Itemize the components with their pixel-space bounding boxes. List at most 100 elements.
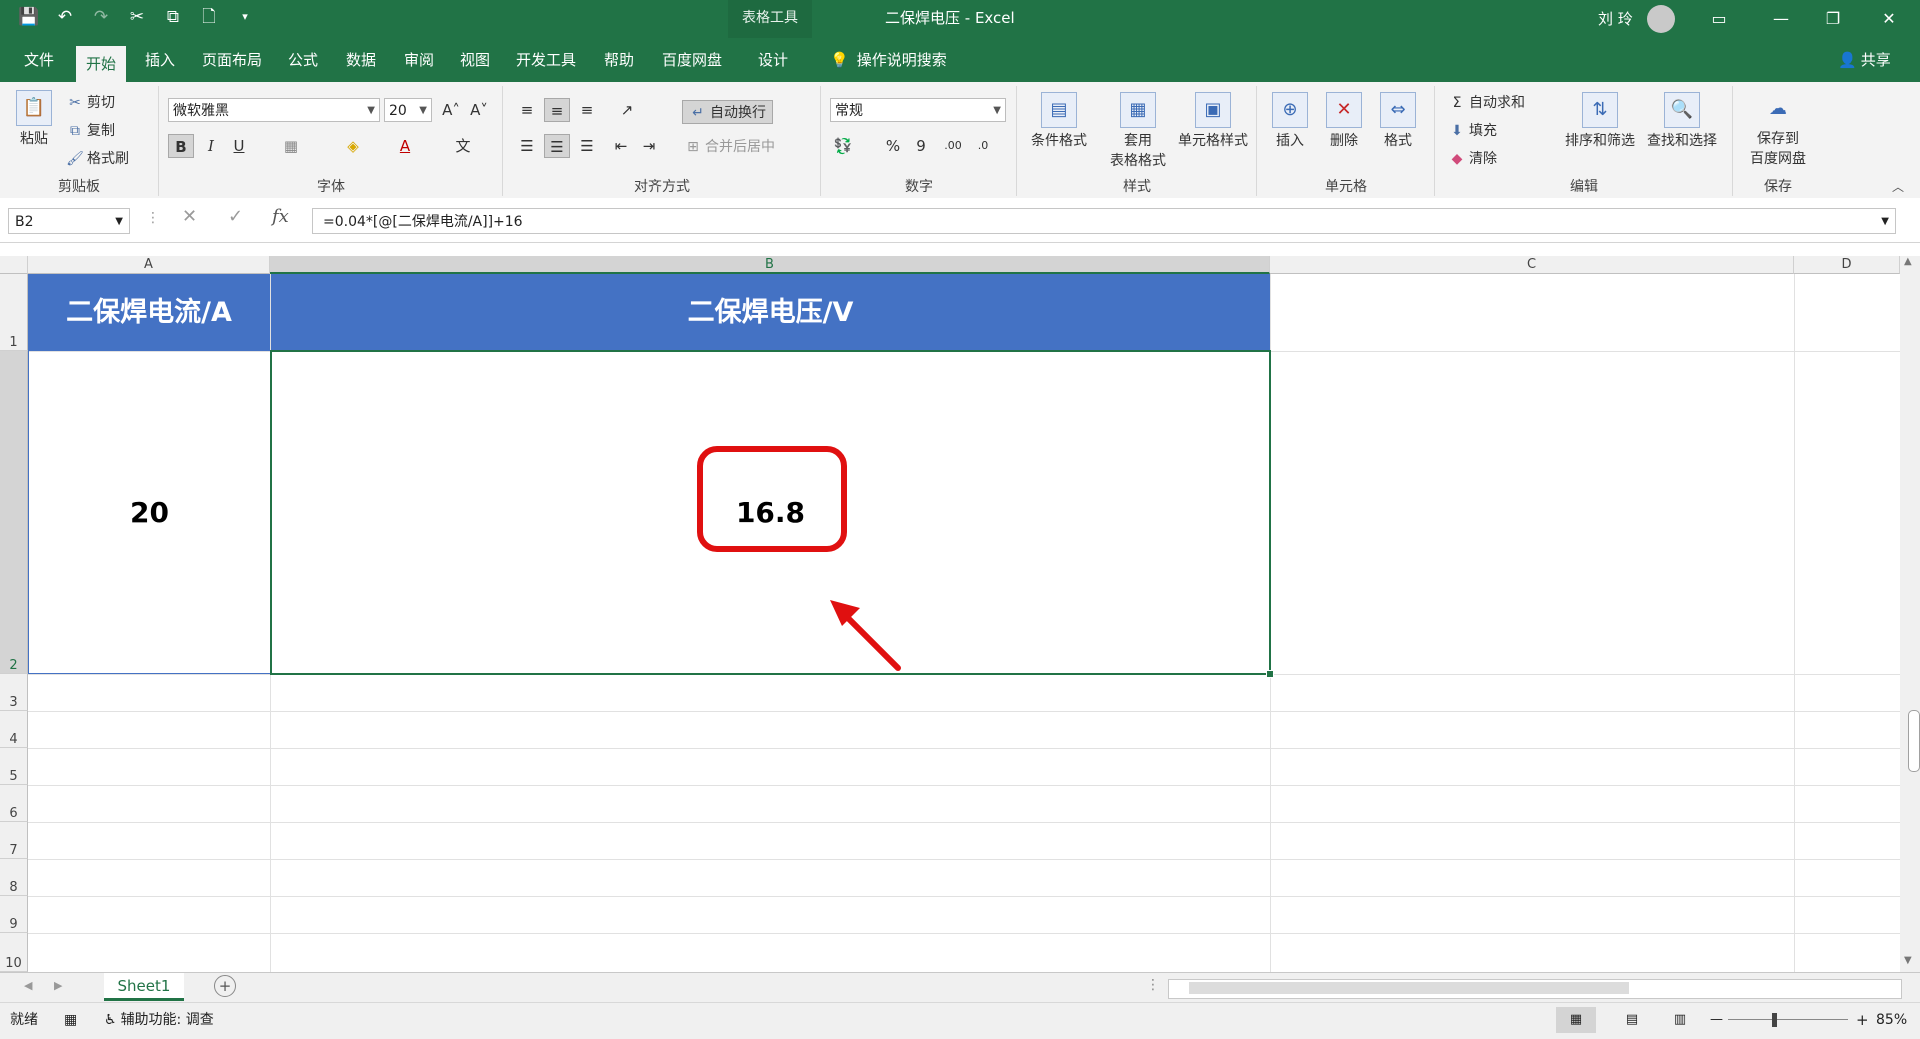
tab-insert[interactable]: 插入 (135, 38, 185, 82)
sheet-tab-sheet1[interactable]: Sheet1 (104, 973, 184, 1001)
tab-review[interactable]: 审阅 (394, 38, 444, 82)
align-top-icon[interactable]: ≡ (514, 98, 540, 122)
formula-input[interactable]: =0.04*[@[二保焊电流/A]]+16 ▼ (312, 208, 1896, 234)
page-layout-view-icon[interactable]: ▤ (1612, 1007, 1652, 1033)
find-select-button[interactable]: 🔍 查找和选择 (1642, 92, 1722, 150)
horizontal-scrollbar[interactable] (1168, 979, 1902, 999)
align-middle-icon[interactable]: ≡ (544, 98, 570, 122)
cut-button[interactable]: ✂ 剪切 (66, 92, 115, 112)
shrink-font-button[interactable]: A˅ (466, 98, 492, 122)
insert-function-icon[interactable]: fx (272, 206, 289, 227)
phonetic-button[interactable]: 文 (450, 134, 476, 158)
column-header-b[interactable]: B (270, 256, 1270, 274)
number-format-select[interactable]: 常规 ▼ (830, 98, 1006, 122)
clear-button[interactable]: ◆ 清除 (1448, 148, 1497, 168)
tab-help[interactable]: 帮助 (594, 38, 644, 82)
bold-button[interactable]: B (168, 134, 194, 158)
comma-button[interactable]: 9 (908, 134, 934, 158)
horizontal-scroll-thumb[interactable] (1189, 982, 1629, 994)
collapse-ribbon-icon[interactable]: ︿ (1892, 178, 1904, 195)
minimize-icon[interactable]: — (1758, 0, 1804, 38)
font-color-button[interactable]: A (392, 134, 418, 158)
fill-handle[interactable] (1266, 670, 1274, 678)
select-all-corner[interactable] (0, 256, 28, 274)
scroll-thumb[interactable] (1908, 710, 1920, 772)
copy-qat-icon[interactable]: ⧉ (162, 6, 184, 28)
save-icon[interactable]: 💾 (18, 6, 40, 28)
merge-center-button[interactable]: ⊞ 合并后居中 (684, 136, 775, 156)
format-as-table-button[interactable]: ▦ 套用 表格格式 (1100, 92, 1176, 170)
zoom-level[interactable]: 85% (1876, 1003, 1907, 1037)
share-button[interactable]: 👤 共享 (1838, 38, 1891, 82)
page-break-view-icon[interactable]: ▥ (1660, 1007, 1700, 1033)
restore-icon[interactable]: ❐ (1810, 0, 1856, 38)
tab-formulas[interactable]: 公式 (278, 38, 328, 82)
row-header-8[interactable]: 8 (0, 859, 28, 896)
fill-color-icon[interactable]: ◈ (340, 134, 366, 158)
row-header-10[interactable]: 10 (0, 933, 28, 972)
copy-button[interactable]: ⧉ 复制 (66, 120, 115, 140)
vertical-scrollbar[interactable] (1900, 256, 1920, 972)
row-header-7[interactable]: 7 (0, 822, 28, 859)
close-icon[interactable]: ✕ (1866, 0, 1912, 38)
redo-icon[interactable]: ↷ (90, 6, 112, 28)
format-painter-button[interactable]: 🖌 格式刷 (66, 148, 129, 168)
tab-split-grip-icon[interactable]: ⋮ (1146, 977, 1160, 993)
zoom-out-button[interactable]: — (1710, 1005, 1723, 1035)
zoom-slider-thumb[interactable] (1772, 1013, 1777, 1027)
grow-font-button[interactable]: A˄ (438, 98, 464, 122)
add-sheet-button[interactable]: + (214, 975, 236, 997)
borders-icon[interactable]: ▦ (278, 134, 304, 158)
wrap-text-button[interactable]: ↵ 自动换行 (682, 100, 773, 124)
customize-qat-icon[interactable]: ▾ (234, 6, 256, 28)
normal-view-icon[interactable]: ▦ (1556, 1007, 1596, 1033)
orientation-icon[interactable]: ↗ (614, 98, 640, 122)
decrease-indent-icon[interactable]: ⇤ (608, 134, 634, 158)
scroll-down-icon[interactable]: ▼ (1904, 955, 1912, 966)
delete-cells-button[interactable]: ✕ 删除 (1322, 92, 1366, 150)
tell-me-search[interactable]: 💡 操作说明搜索 (830, 38, 947, 82)
worksheet-grid[interactable]: A B C D 1 2 3 4 5 6 7 8 9 10 二保焊电流/A 二保焊… (0, 256, 1920, 972)
insert-cells-button[interactable]: ⊕ 插入 (1268, 92, 1312, 150)
row-header-4[interactable]: 4 (0, 711, 28, 748)
decrease-decimal-button[interactable]: .0 (970, 134, 996, 158)
accessibility-status[interactable]: ♿ 辅助功能: 调查 (104, 1003, 214, 1037)
zoom-in-button[interactable]: + (1856, 1005, 1869, 1035)
row-header-5[interactable]: 5 (0, 748, 28, 785)
scroll-up-icon[interactable]: ▲ (1904, 256, 1912, 267)
sheet-next-icon[interactable]: ▶ (54, 979, 62, 992)
table-header-current[interactable]: 二保焊电流/A (28, 274, 270, 351)
format-cells-button[interactable]: ⇔ 格式 (1376, 92, 1420, 150)
align-right-icon[interactable]: ☰ (574, 134, 600, 158)
row-header-6[interactable]: 6 (0, 785, 28, 822)
row-header-3[interactable]: 3 (0, 674, 28, 711)
cancel-icon[interactable]: ✕ (182, 206, 197, 227)
save-to-baidu-button[interactable]: ☁ 保存到 百度网盘 (1740, 92, 1816, 168)
tab-view[interactable]: 视图 (450, 38, 500, 82)
undo-icon[interactable]: ↶ (54, 6, 76, 28)
user-name[interactable]: 刘 玲 (1598, 0, 1633, 38)
sort-filter-button[interactable]: ⇅ 排序和筛选 (1560, 92, 1640, 150)
paste-button[interactable]: 📋 粘贴 (14, 90, 54, 148)
cell-a2[interactable]: 20 (28, 351, 270, 674)
increase-indent-icon[interactable]: ⇥ (636, 134, 662, 158)
tab-page-layout[interactable]: 页面布局 (192, 38, 272, 82)
align-bottom-icon[interactable]: ≡ (574, 98, 600, 122)
table-header-voltage[interactable]: 二保焊电压/V (271, 274, 1270, 351)
tab-file[interactable]: 文件 (14, 38, 64, 82)
avatar[interactable] (1647, 5, 1675, 33)
font-size-select[interactable]: 20 ▼ (384, 98, 432, 122)
increase-decimal-button[interactable]: .00 (940, 134, 966, 158)
column-header-c[interactable]: C (1270, 256, 1794, 274)
align-center-icon[interactable]: ☰ (544, 134, 570, 158)
fill-button[interactable]: ⬇ 填充 (1448, 120, 1497, 140)
zoom-slider[interactable] (1728, 1019, 1848, 1020)
cut-qat-icon[interactable]: ✂ (126, 6, 148, 28)
tab-home[interactable]: 开始 (76, 46, 127, 82)
row-header-2[interactable]: 2 (0, 351, 28, 674)
cell-styles-button[interactable]: ▣ 单元格样式 (1170, 92, 1256, 150)
new-file-icon[interactable]: 🗋 (198, 6, 220, 28)
ribbon-display-icon[interactable]: ▭ (1696, 0, 1742, 38)
tab-baidu-netdisk[interactable]: 百度网盘 (652, 38, 732, 82)
column-header-a[interactable]: A (28, 256, 270, 274)
